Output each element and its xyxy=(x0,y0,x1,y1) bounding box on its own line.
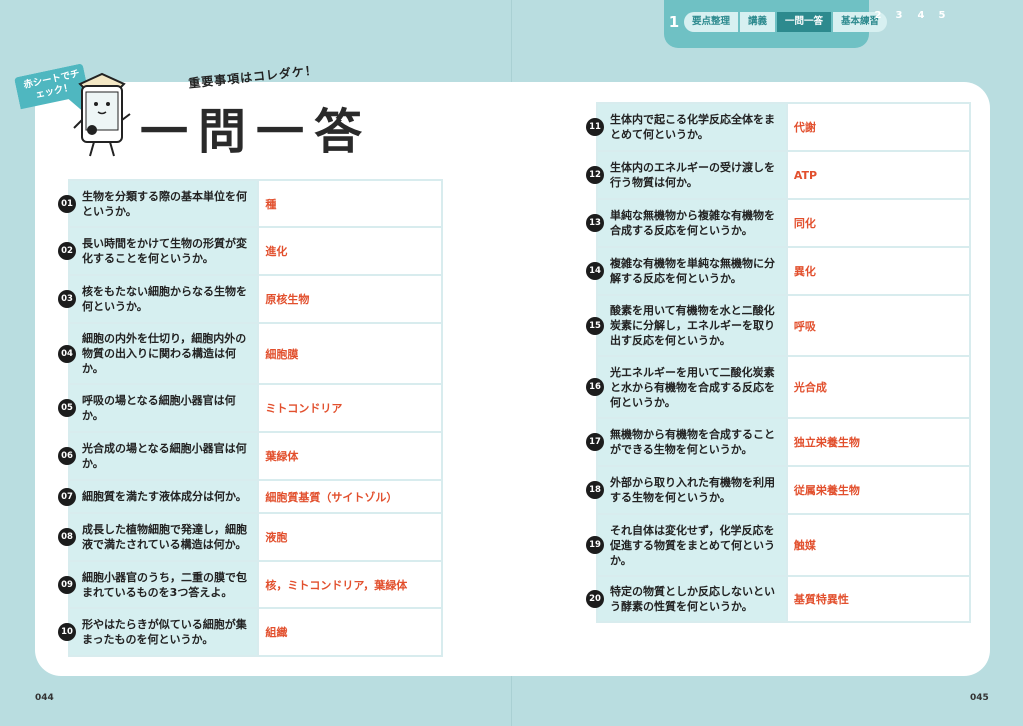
answer-text: 進化 xyxy=(257,226,443,276)
question-text: 特定の物質としか反応しないという酵素の性質を何というか。 xyxy=(610,585,775,613)
item-number-badge: 03 xyxy=(58,290,76,308)
question-text: 生体内のエネルギーの受け渡しを行う物質は何か。 xyxy=(610,161,775,189)
answer-text: 液胞 xyxy=(257,512,443,562)
qa-row: 02 長い時間をかけて生物の形質が変化することを何というか。 進化 xyxy=(58,226,443,276)
question-text: 複雑な有機物を単純な無機物に分解する反応を何というか。 xyxy=(610,257,775,285)
answer-text: 光合成 xyxy=(785,355,972,419)
answer-text: 核，ミトコンドリア，葉緑体 xyxy=(257,560,443,609)
question-text: 核をもたない細胞からなる生物を何というか。 xyxy=(82,285,247,313)
question-text: 細胞の内外を仕切り，細胞内外の物質の出入りに関わる構造は何か。 xyxy=(82,332,247,375)
qa-row: 13 単純な無機物から複雑な有機物を合成する反応を何というか。 同化 xyxy=(586,198,972,248)
smartphone-mascot-icon xyxy=(73,72,131,157)
item-number-badge: 19 xyxy=(586,536,604,554)
item-number-badge: 02 xyxy=(58,242,76,260)
qa-row: 10 形やはたらきが似ている細胞が集まったものを何というか。 組織 xyxy=(58,607,443,657)
qa-row: 04 細胞の内外を仕切り，細胞内外の物質の出入りに関わる構造は何か。 細胞膜 xyxy=(58,322,443,385)
question-text: 生体内で起こる化学反応全体をまとめて何というか。 xyxy=(610,113,775,141)
question-text: 酸素を用いて有機物を水と二酸化炭素に分解し，エネルギーを取り出す反応を何というか… xyxy=(610,304,775,347)
qa-row: 17 無機物から有機物を合成することができる生物を何というか。 独立栄養生物 xyxy=(586,417,972,467)
qa-row: 07 細胞質を満たす液体成分は何か。 細胞質基質（サイトゾル） xyxy=(58,479,443,514)
answer-text: ATP xyxy=(785,150,972,200)
qa-row: 16 光エネルギーを用いて二酸化炭素と水から有機物を合成する反応を何というか。 光… xyxy=(586,355,972,419)
current-chapter-number[interactable]: 1 xyxy=(668,13,680,33)
item-number-badge: 16 xyxy=(586,378,604,396)
item-number-badge: 17 xyxy=(586,433,604,451)
qa-row: 14 複雑な有機物を単純な無機物に分解する反応を何というか。 異化 xyxy=(586,246,972,296)
qa-table-right: 11 生体内で起こる化学反応全体をまとめて何というか。 代謝 12 生体内のエネルギ… xyxy=(586,102,972,623)
page-number-left: 044 xyxy=(35,693,54,703)
answer-text: 組織 xyxy=(257,607,443,657)
item-number-badge: 11 xyxy=(586,118,604,136)
question-text: 無機物から有機物を合成することができる生物を何というか。 xyxy=(610,428,775,456)
item-number-badge: 20 xyxy=(586,590,604,608)
question-text: 形やはたらきが似ている細胞が集まったものを何というか。 xyxy=(82,618,247,646)
qa-row: 01 生物を分類する際の基本単位を何というか。 種 xyxy=(58,179,443,228)
step-tab-summary[interactable]: 要点整理 xyxy=(684,12,739,32)
chapter-steps: 要点整理 講義 一問一答 基本練習 xyxy=(684,12,889,32)
chapter-tab-3[interactable]: 3 xyxy=(891,10,907,28)
qa-row: 05 呼吸の場となる細胞小器官は何か。 ミトコンドリア xyxy=(58,383,443,433)
item-number-badge: 07 xyxy=(58,487,76,506)
question-text: 外部から取り入れた有機物を利用する生物を何というか。 xyxy=(610,476,775,504)
answer-text: 独立栄養生物 xyxy=(785,417,972,467)
item-number-badge: 05 xyxy=(58,399,76,417)
qa-row: 18 外部から取り入れた有機物を利用する生物を何というか。 従属栄養生物 xyxy=(586,465,972,515)
qa-row: 08 成長した植物細胞で発達し，細胞液で満たされている構造は何か。 液胞 xyxy=(58,512,443,562)
question-text: 長い時間をかけて生物の形質が変化することを何というか。 xyxy=(82,237,247,265)
qa-row: 03 核をもたない細胞からなる生物を何というか。 原核生物 xyxy=(58,274,443,324)
qa-row: 12 生体内のエネルギーの受け渡しを行う物質は何か。 ATP xyxy=(586,150,972,200)
question-text: 光合成の場となる細胞小器官は何か。 xyxy=(82,442,247,470)
answer-text: 異化 xyxy=(785,246,972,296)
item-number-badge: 10 xyxy=(58,623,76,641)
chapter-tab-5[interactable]: 5 xyxy=(934,10,950,28)
qa-row: 19 それ自体は変化せず，化学反応を促進する物質をまとめて何というか。 触媒 xyxy=(586,513,972,577)
qa-row: 06 光合成の場となる細胞小器官は何か。 葉緑体 xyxy=(58,431,443,481)
question-text: 呼吸の場となる細胞小器官は何か。 xyxy=(82,394,236,422)
item-number-badge: 18 xyxy=(586,481,604,499)
answer-text: 従属栄養生物 xyxy=(785,465,972,515)
answer-text: 原核生物 xyxy=(257,274,443,324)
item-number-badge: 04 xyxy=(58,344,76,363)
item-number-badge: 12 xyxy=(586,166,604,184)
answer-text: 代謝 xyxy=(785,102,972,152)
item-number-badge: 15 xyxy=(586,316,604,335)
question-text: 生物を分類する際の基本単位を何というか。 xyxy=(82,189,247,218)
answer-text: 呼吸 xyxy=(785,294,972,357)
answer-text: 細胞質基質（サイトゾル） xyxy=(257,479,443,514)
qa-row: 09 細胞小器官のうち，二重の膜で包まれているものを3つ答えよ。 核，ミトコンドリ… xyxy=(58,560,443,609)
question-text: それ自体は変化せず，化学反応を促進する物質をまとめて何というか。 xyxy=(610,523,775,567)
chapter-tab-2[interactable]: 2 xyxy=(870,10,886,28)
item-number-badge: 06 xyxy=(58,447,76,465)
qa-row: 20 特定の物質としか反応しないという酵素の性質を何というか。 基質特異性 xyxy=(586,575,972,623)
answer-text: 葉緑体 xyxy=(257,431,443,481)
item-number-badge: 13 xyxy=(586,214,604,232)
item-number-badge: 09 xyxy=(58,575,76,594)
answer-text: 基質特異性 xyxy=(785,575,972,623)
answer-text: 同化 xyxy=(785,198,972,248)
question-text: 細胞質を満たす液体成分は何か。 xyxy=(82,490,247,503)
answer-text: 種 xyxy=(257,179,443,228)
question-text: 単純な無機物から複雑な有機物を合成する反応を何というか。 xyxy=(610,209,775,237)
qa-table-left: 01 生物を分類する際の基本単位を何というか。 種 02 長い時間をかけて生物の形質… xyxy=(58,179,443,657)
answer-text: 触媒 xyxy=(785,513,972,577)
answer-text: 細胞膜 xyxy=(257,322,443,385)
item-number-badge: 01 xyxy=(58,194,76,213)
page-number-right: 045 xyxy=(970,693,989,703)
qa-row: 11 生体内で起こる化学反応全体をまとめて何というか。 代謝 xyxy=(586,102,972,152)
answer-text: ミトコンドリア xyxy=(257,383,443,433)
item-number-badge: 14 xyxy=(586,262,604,280)
question-text: 光エネルギーを用いて二酸化炭素と水から有機物を合成する反応を何というか。 xyxy=(610,365,775,409)
qa-row: 15 酸素を用いて有機物を水と二酸化炭素に分解し，エネルギーを取り出す反応を何とい… xyxy=(586,294,972,357)
step-tab-lecture[interactable]: 講義 xyxy=(740,12,776,32)
step-tab-qa[interactable]: 一問一答 xyxy=(777,12,832,32)
question-text: 細胞小器官のうち，二重の膜で包まれているものを3つ答えよ。 xyxy=(82,570,247,599)
chapter-tab-4[interactable]: 4 xyxy=(913,10,929,28)
page-title: 一問一答 xyxy=(140,104,373,160)
question-text: 成長した植物細胞で発達し，細胞液で満たされている構造は何か。 xyxy=(82,523,247,551)
item-number-badge: 08 xyxy=(58,528,76,546)
